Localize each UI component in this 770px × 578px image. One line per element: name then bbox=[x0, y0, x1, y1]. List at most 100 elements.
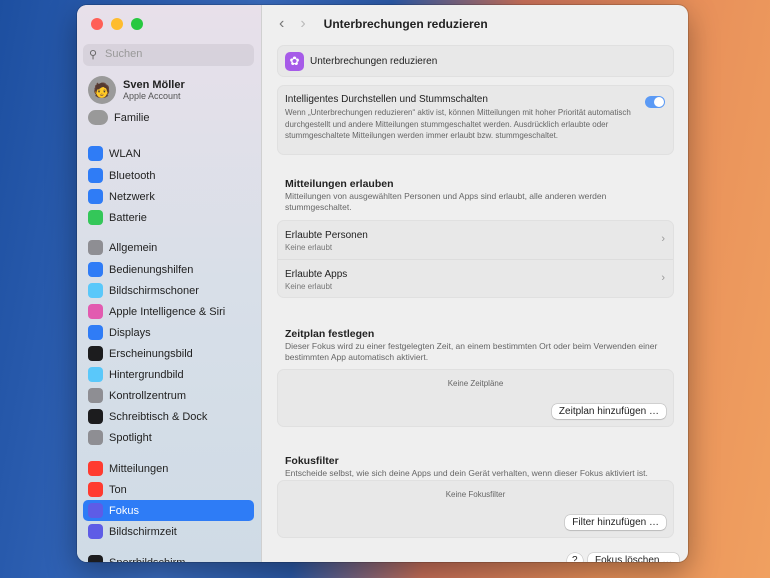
settings-window: ⚲ Suchen 🧑 Sven Möller Apple Account Famil… bbox=[77, 5, 688, 562]
focus-header-card: ✿ Unterbrechungen reduzieren bbox=[277, 45, 674, 77]
sidebar-item-label: Apple Intelligence & Siri bbox=[109, 305, 226, 318]
sidebar-item-label: Hintergrundbild bbox=[109, 368, 184, 381]
schedule-title: Zeitplan festlegen bbox=[285, 328, 375, 340]
avatar: 🧑 bbox=[88, 76, 116, 104]
add-schedule-button[interactable]: Zeitplan hinzufügen … bbox=[551, 404, 666, 419]
dock-icon bbox=[88, 409, 103, 424]
allowed-apps-row[interactable]: Erlaubte Apps Keine erlaubt › bbox=[278, 260, 673, 299]
sidebar-item-batterie[interactable]: Batterie bbox=[83, 207, 254, 228]
sidebar-item-erscheinungsbild[interactable]: Erscheinungsbild bbox=[83, 343, 254, 364]
close-button[interactable] bbox=[91, 18, 103, 30]
help-button[interactable]: ? bbox=[567, 553, 583, 562]
window-controls bbox=[91, 18, 143, 30]
sidebar-item-spotlight[interactable]: Spotlight bbox=[83, 427, 254, 448]
sidebar-item-wlan[interactable]: WLAN bbox=[83, 143, 254, 164]
sidebar-item-label: Bildschirmzeit bbox=[109, 525, 177, 538]
sidebar-item-kontrollzentrum[interactable]: Kontrollzentrum bbox=[83, 385, 254, 406]
chevron-right-icon: › bbox=[661, 233, 665, 245]
filter-empty: Keine Fokusfilter bbox=[445, 490, 506, 499]
family-icon bbox=[88, 110, 108, 125]
allowed-people-value: Keine erlaubt bbox=[285, 243, 333, 252]
sidebar-item-label: Netzwerk bbox=[109, 190, 155, 203]
sidebar-item-label: Fokus bbox=[109, 504, 139, 517]
intelligent-toggle[interactable] bbox=[645, 96, 665, 108]
allowed-people-row[interactable]: Erlaubte Personen Keine erlaubt › bbox=[278, 221, 673, 260]
sidebar-item-label: Sperrbildschirm bbox=[109, 557, 185, 563]
sidebar-item-schreibtisch-dock[interactable]: Schreibtisch & Dock bbox=[83, 406, 254, 427]
chevron-right-icon: › bbox=[661, 272, 665, 284]
intelligent-card: Intelligentes Durchstellen und Stummscha… bbox=[277, 85, 674, 155]
wifi-icon bbox=[88, 146, 103, 161]
sidebar-item-label: Allgemein bbox=[109, 241, 158, 254]
content: ‹ › Unterbrechungen reduzieren ✿ Unterbr… bbox=[263, 5, 688, 562]
control-center-icon bbox=[88, 388, 103, 403]
filter-card: Keine Fokusfilter Filter hinzufügen … bbox=[277, 480, 674, 538]
allow-card: Erlaubte Personen Keine erlaubt › Erlaub… bbox=[277, 220, 674, 298]
magnifier-icon bbox=[88, 430, 103, 445]
filter-title: Fokusfilter bbox=[285, 455, 339, 467]
sidebar-item-label: Bedienungshilfen bbox=[109, 263, 194, 276]
intelligent-desc: Wenn „Unterbrechungen reduzieren“ aktiv … bbox=[285, 108, 631, 140]
schedule-card: Keine Zeitpläne Zeitplan hinzufügen … bbox=[277, 369, 674, 427]
battery-icon bbox=[88, 210, 103, 225]
screensaver-icon bbox=[88, 283, 103, 298]
sidebar-item-label: Kontrollzentrum bbox=[109, 389, 187, 402]
sidebar-item-bedienungshilfen[interactable]: Bedienungshilfen bbox=[83, 259, 254, 280]
sidebar-item-bluetooth[interactable]: Bluetooth bbox=[83, 165, 254, 186]
delete-focus-button[interactable]: Fokus löschen … bbox=[588, 553, 680, 562]
profile-name: Sven Möller bbox=[123, 79, 185, 91]
bell-icon bbox=[88, 461, 103, 476]
sidebar-item-allgemein[interactable]: Allgemein bbox=[83, 237, 254, 258]
back-button[interactable]: ‹ bbox=[279, 15, 284, 33]
sidebar: ⚲ Suchen 🧑 Sven Möller Apple Account Famil… bbox=[77, 5, 262, 562]
zoom-button[interactable] bbox=[131, 18, 143, 30]
sidebar-item-bildschirmschoner[interactable]: Bildschirmschoner bbox=[83, 280, 254, 301]
appearance-icon bbox=[88, 346, 103, 361]
add-filter-button[interactable]: Filter hinzufügen … bbox=[565, 515, 666, 530]
moon-icon bbox=[88, 503, 103, 518]
sidebar-item-fokus[interactable]: Fokus bbox=[83, 500, 254, 521]
allowed-apps-label: Erlaubte Apps bbox=[285, 269, 348, 280]
sidebar-item-bildschirmzeit[interactable]: Bildschirmzeit bbox=[83, 521, 254, 542]
forward-button[interactable]: › bbox=[300, 15, 305, 33]
focus-icon: ✿ bbox=[285, 52, 304, 71]
schedule-empty: Keine Zeitpläne bbox=[447, 379, 504, 388]
sidebar-item-label: Spotlight bbox=[109, 431, 152, 444]
sidebar-item-label: WLAN bbox=[109, 147, 141, 160]
focus-name: Unterbrechungen reduzieren bbox=[310, 56, 438, 67]
sidebar-item-displays[interactable]: Displays bbox=[83, 322, 254, 343]
minimize-button[interactable] bbox=[111, 18, 123, 30]
sidebar-item-label: Bluetooth bbox=[109, 169, 156, 182]
sun-icon bbox=[88, 325, 103, 340]
sidebar-item-label: Ton bbox=[109, 483, 127, 496]
profile-subtitle: Apple Account bbox=[123, 91, 181, 101]
sidebar-item-label: Displays bbox=[109, 326, 151, 339]
intelligent-title: Intelligentes Durchstellen und Stummscha… bbox=[285, 94, 488, 105]
sidebar-item-netzwerk[interactable]: Netzwerk bbox=[83, 186, 254, 207]
sidebar-item-sperrbildschirm[interactable]: Sperrbildschirm bbox=[83, 552, 254, 562]
hourglass-icon bbox=[88, 524, 103, 539]
sidebar-item-ton[interactable]: Ton bbox=[83, 479, 254, 500]
sidebar-item-label: Schreibtisch & Dock bbox=[109, 410, 208, 423]
search-placeholder: Suchen bbox=[105, 48, 143, 60]
sidebar-item-label: Batterie bbox=[109, 211, 147, 224]
sidebar-item-label: Mitteilungen bbox=[109, 462, 169, 475]
sidebar-item-apple-intelligence-siri[interactable]: Apple Intelligence & Siri bbox=[83, 301, 254, 322]
sidebar-item-label: Bildschirmschoner bbox=[109, 284, 199, 297]
globe-icon bbox=[88, 189, 103, 204]
search-input[interactable]: ⚲ Suchen bbox=[83, 44, 254, 66]
bluetooth-icon bbox=[88, 168, 103, 183]
sidebar-item-mitteilungen[interactable]: Mitteilungen bbox=[83, 458, 254, 479]
allowed-people-label: Erlaubte Personen bbox=[285, 230, 368, 241]
allow-title: Mitteilungen erlauben bbox=[285, 178, 394, 190]
sidebar-item-label: Familie bbox=[114, 111, 150, 124]
apple-account[interactable]: 🧑 Sven Möller Apple Account bbox=[88, 76, 185, 104]
page-title: Unterbrechungen reduzieren bbox=[323, 17, 488, 31]
accessibility-icon bbox=[88, 262, 103, 277]
search-icon: ⚲ bbox=[89, 49, 98, 61]
siri-icon bbox=[88, 304, 103, 319]
toolbar: ‹ › Unterbrechungen reduzieren bbox=[263, 5, 688, 43]
sidebar-item-family[interactable]: Familie bbox=[83, 107, 254, 128]
lock-icon bbox=[88, 555, 103, 562]
sidebar-item-hintergrundbild[interactable]: Hintergrundbild bbox=[83, 364, 254, 385]
